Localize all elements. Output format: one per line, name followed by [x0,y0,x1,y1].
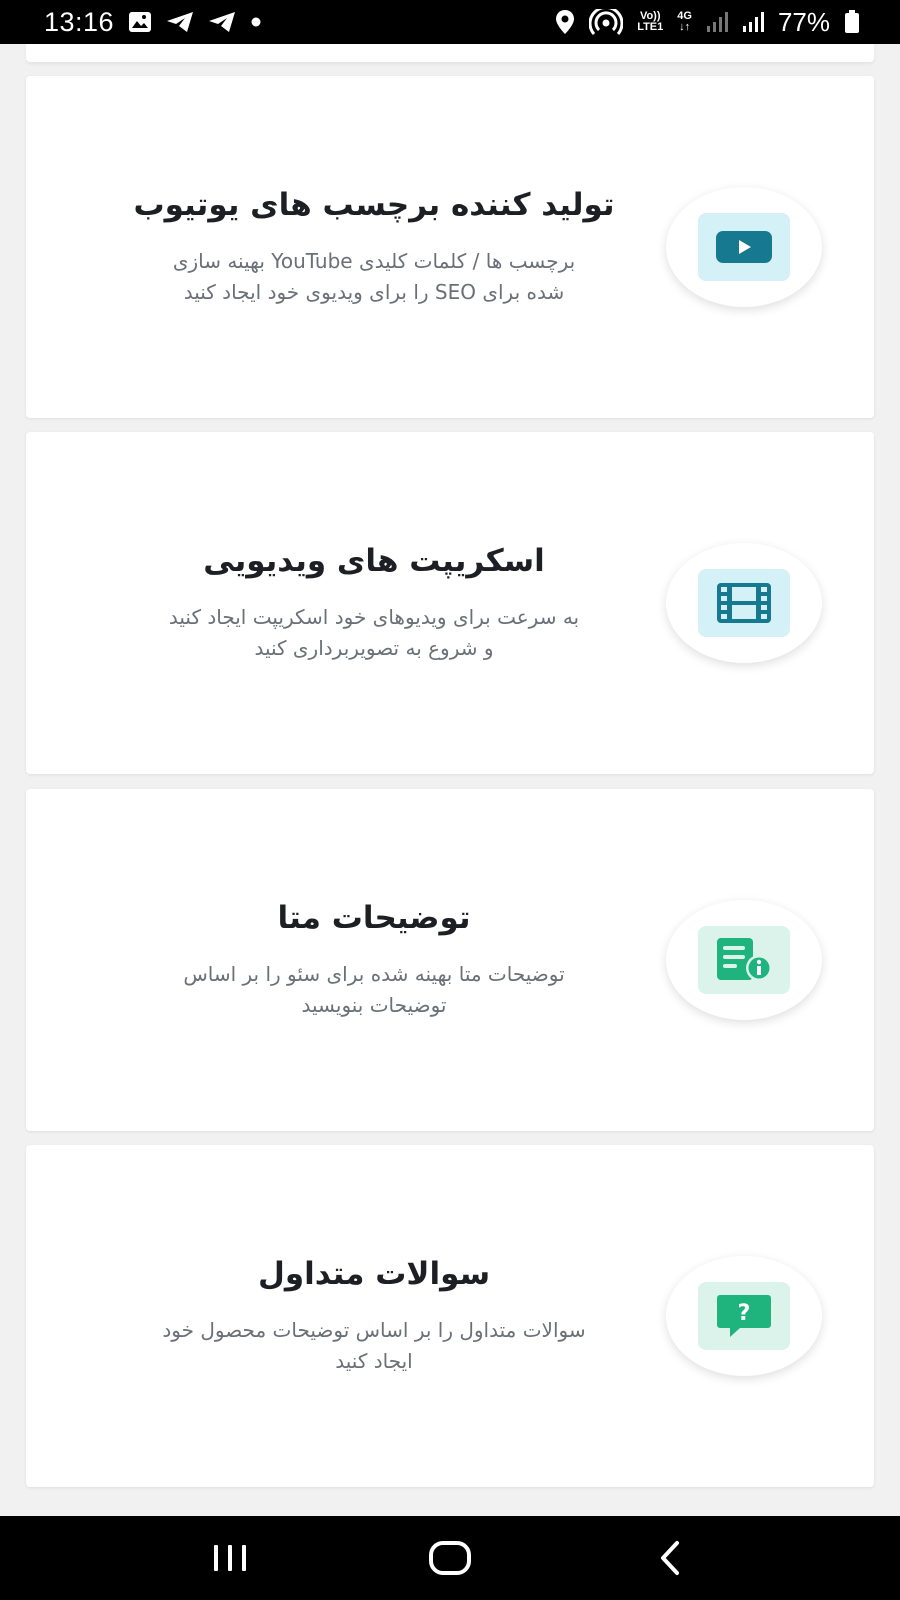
card-faq[interactable]: ? سوالات متداول سوالات متداول را بر اساس… [26,1145,874,1487]
icon-circle [666,543,822,663]
network-type-indicator: 4G ↓↑ [677,10,692,33]
card-youtube-tags[interactable]: تولید کننده برچسب های یوتیوب برچسب ها / … [26,76,874,418]
icon-tile: ? [698,1282,790,1350]
status-time: 13:16 [44,6,115,37]
icon-circle [666,187,822,307]
card-description-line: ایجاد کنید [335,1349,413,1373]
question-chat-icon: ? [717,1295,771,1337]
navigation-bar [0,1516,900,1600]
icon-tile [698,213,790,281]
status-bar-right: Vo)) LTE1 4G ↓↑ 77% [555,7,860,38]
card-description-line: توضیحات متا بهینه شده برای سئو را بر اسا… [183,962,565,986]
home-icon [429,1541,471,1575]
battery-percent: 77% [777,6,830,37]
card-description-line: توضیحات بنویسید [301,993,447,1017]
card-description-line: برچسب ها / کلمات کلیدی YouTube بهینه ساز… [172,249,576,273]
card-title: تولید کننده برچسب های یوتیوب [133,187,615,223]
icon-tile [698,926,790,994]
content-area[interactable]: تولید کننده برچسب های یوتیوب برچسب ها / … [0,44,900,1516]
svg-text:?: ? [738,1301,751,1326]
card-title: اسکریپت های ویدیویی [203,543,545,579]
gallery-icon [128,11,152,33]
card-video-scripts[interactable]: اسکریپت های ویدیویی به سرعت برای ویدیوها… [26,432,874,774]
card-description: به سرعت برای ویدیوهای خود اسکریپت ایجاد … [74,602,674,664]
back-icon [661,1541,679,1575]
card-meta-descriptions[interactable]: توضیحات متا توضیحات متا بهینه شده برای س… [26,789,874,1131]
volte-indicator: Vo)) LTE1 [637,11,663,33]
network-type-text: 4G [677,10,692,22]
telegram-icon-2 [208,11,236,33]
telegram-icon [166,11,194,33]
icon-circle [666,900,822,1020]
notification-dot-icon [250,16,262,28]
signal-icon [742,11,764,33]
volte-bottom-text: LTE1 [637,21,664,33]
card-description: سوالات متداول را بر اساس توضیحات محصول خ… [74,1315,674,1377]
battery-icon [844,10,860,34]
status-bar-left: 13:16 [44,7,262,38]
hotspot-icon [589,9,624,35]
signal-weak-icon [706,11,728,33]
document-info-icon [717,938,772,981]
card-title: سوالات متداول [257,1256,491,1292]
card-text: اسکریپت های ویدیویی به سرعت برای ویدیوها… [74,542,674,664]
card-description-line: شده برای SEO را برای ویدیوی خود ایجاد کن… [183,280,565,304]
card-description-line: سوالات متداول را بر اساس توضیحات محصول خ… [162,1318,586,1342]
recents-button[interactable] [190,1528,270,1588]
card-description-line: و شروع به تصویربرداری کنید [254,636,494,660]
back-button[interactable] [630,1528,710,1588]
card-description: برچسب ها / کلمات کلیدی YouTube بهینه ساز… [74,246,674,308]
status-bar: 13:16 Vo)) LTE1 4G ↓↑ 77% [0,0,900,44]
home-button[interactable] [410,1528,490,1588]
card-text: سوالات متداول سوالات متداول را بر اساس ت… [74,1255,674,1377]
card-title: توضیحات متا [277,900,471,936]
recents-icon [214,1545,246,1571]
youtube-icon [716,231,772,263]
location-icon [555,9,575,35]
card-description: توضیحات متا بهینه شده برای سئو را بر اسا… [74,959,674,1021]
card-text: تولید کننده برچسب های یوتیوب برچسب ها / … [74,186,674,308]
icon-circle: ? [666,1256,822,1376]
card-text: توضیحات متا توضیحات متا بهینه شده برای س… [74,899,674,1021]
card-description-line: به سرعت برای ویدیوهای خود اسکریپت ایجاد … [168,605,580,629]
icon-tile [698,569,790,637]
card-partial [26,44,874,62]
film-icon [717,583,771,623]
